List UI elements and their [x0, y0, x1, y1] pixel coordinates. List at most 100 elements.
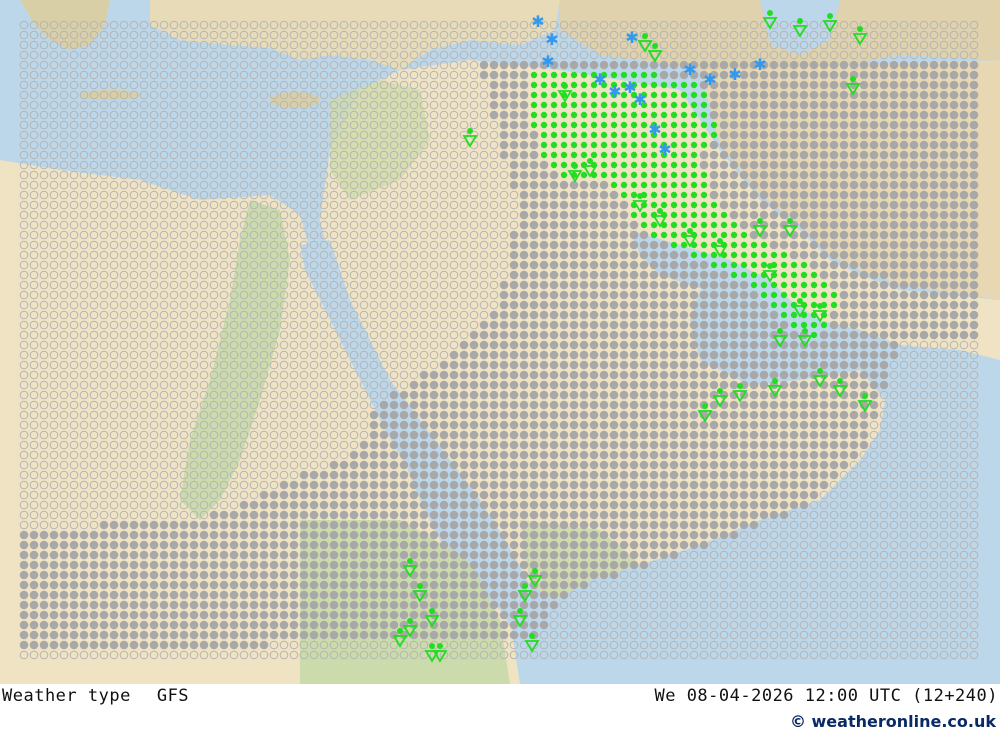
- weather-symbol: [679, 270, 689, 280]
- weather-symbol: [819, 160, 829, 170]
- weather-symbol: [459, 520, 469, 530]
- weather-symbol: [799, 180, 809, 190]
- weather-symbol: [759, 340, 769, 350]
- weather-symbol: [560, 141, 568, 149]
- weather-symbol: [659, 250, 669, 260]
- weather-symbol: [369, 480, 379, 490]
- weather-symbol: [719, 510, 729, 520]
- weather-symbol: [849, 370, 859, 380]
- weather-symbol: [839, 230, 849, 240]
- weather-symbol: [549, 390, 559, 400]
- weather-symbol: [499, 310, 509, 320]
- weather-symbol: [819, 460, 829, 470]
- weather-symbol: [610, 71, 618, 79]
- weather-symbol: [669, 530, 679, 540]
- weather-symbol: [509, 310, 519, 320]
- weather-symbol: [749, 330, 759, 340]
- weather-symbol: [919, 260, 929, 270]
- weather-symbol: [519, 390, 529, 400]
- weather-symbol: [929, 60, 939, 70]
- weather-symbol: [669, 250, 679, 260]
- weather-symbol: [649, 490, 659, 500]
- weather-symbol: [560, 111, 568, 119]
- weather-symbol: [679, 500, 689, 510]
- weather-symbol: [739, 110, 749, 120]
- weather-symbol: [559, 260, 569, 270]
- weather-symbol: [509, 230, 519, 240]
- weather-symbol: [569, 190, 579, 200]
- weather-symbol: [429, 530, 439, 540]
- weather-symbol: [789, 360, 799, 370]
- weather-symbol: [479, 530, 489, 540]
- weather-symbol: [579, 200, 589, 210]
- weather-symbol: [509, 450, 519, 460]
- weather-symbol: [659, 350, 669, 360]
- weather-symbol: [969, 90, 979, 100]
- weather-symbol: [479, 430, 489, 440]
- weather-symbol: [669, 460, 679, 470]
- weather-symbol: [529, 330, 539, 340]
- weather-symbol: [689, 260, 699, 270]
- weather-symbol: [670, 211, 678, 219]
- weather-symbol: [519, 120, 529, 130]
- weather-symbol: [769, 150, 779, 160]
- weather-symbol: [609, 430, 619, 440]
- weather-symbol: [599, 340, 609, 350]
- weather-symbol: [659, 260, 669, 270]
- weather-symbol: [849, 430, 859, 440]
- weather-symbol: [680, 191, 688, 199]
- weather-symbol: [119, 530, 129, 540]
- weather-symbol: [529, 340, 539, 350]
- weather-symbol: [569, 340, 579, 350]
- weather-symbol: [99, 520, 109, 530]
- weather-symbol: [379, 420, 389, 430]
- weather-symbol: [519, 310, 529, 320]
- weather-symbol: [919, 210, 929, 220]
- weather-symbol: [669, 370, 679, 380]
- weather-symbol: [599, 370, 609, 380]
- weather-symbol: [399, 460, 409, 470]
- weather-symbol: [939, 320, 949, 330]
- weather-symbol: [659, 280, 669, 290]
- weather-symbol: [819, 170, 829, 180]
- weather-symbol: [740, 241, 748, 249]
- weather-symbol: [519, 500, 529, 510]
- weather-symbol: [660, 91, 668, 99]
- weather-symbol: [599, 520, 609, 530]
- weather-symbol: [839, 450, 849, 460]
- weather-symbol: [799, 230, 809, 240]
- weather-symbol: [779, 240, 789, 250]
- weather-symbol: [519, 280, 529, 290]
- weather-symbol: [609, 300, 619, 310]
- weather-symbol: [459, 350, 469, 360]
- weather-symbol: [959, 70, 969, 80]
- weather-symbol: [499, 150, 509, 160]
- weather-symbol: [709, 110, 719, 120]
- weather-symbol: [749, 490, 759, 500]
- weather-symbol: [579, 500, 589, 510]
- weather-symbol: [859, 210, 869, 220]
- weather-symbol: [629, 280, 639, 290]
- weather-symbol: [599, 300, 609, 310]
- weather-symbol: [589, 320, 599, 330]
- weather-symbol: [799, 160, 809, 170]
- weather-symbol: [239, 520, 249, 530]
- weather-symbol: [749, 80, 759, 90]
- weather-symbol: [939, 210, 949, 220]
- weather-symbol: [499, 290, 509, 300]
- weather-symbol: [969, 150, 979, 160]
- weather-symbol: [719, 450, 729, 460]
- weather-symbol: [459, 430, 469, 440]
- weather-symbol: [649, 450, 659, 460]
- weather-symbol: [739, 190, 749, 200]
- weather-symbol: [419, 390, 429, 400]
- weather-symbol: [559, 400, 569, 410]
- weather-symbol: [949, 160, 959, 170]
- weather-symbol: [459, 500, 469, 510]
- weather-symbol: [669, 500, 679, 510]
- weather-symbol: [99, 530, 109, 540]
- weather-symbol: [389, 470, 399, 480]
- weather-symbol: [719, 80, 729, 90]
- weather-symbol: [780, 261, 788, 269]
- weather-symbol: [680, 161, 688, 169]
